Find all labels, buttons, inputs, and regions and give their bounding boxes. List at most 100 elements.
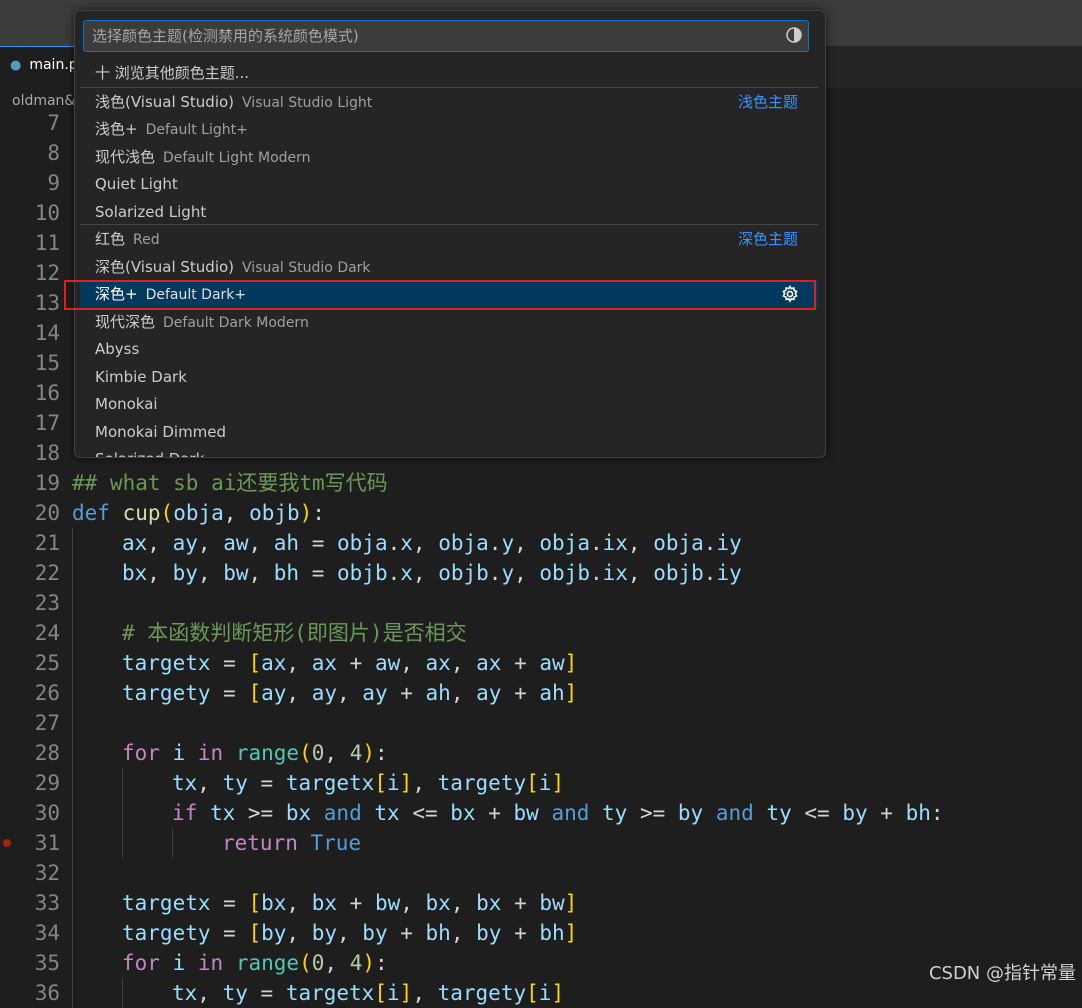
- code-text: ax, ay, aw, ah = obja.x, obja.y, obja.ix…: [122, 531, 742, 555]
- theme-item[interactable]: Abyss: [80, 335, 818, 363]
- line-number: 8: [47, 141, 60, 165]
- theme-item[interactable]: Kimbie Dark: [80, 363, 818, 391]
- tab-main-py[interactable]: ● main.py: [0, 46, 80, 88]
- code-line: 26 targety = [ay, ay, ay + ah, ay + ah]: [0, 678, 1082, 708]
- theme-item[interactable]: Monokai Dimmed: [80, 418, 818, 446]
- theme-item[interactable]: 现代浅色 Default Light Modern: [80, 143, 818, 171]
- theme-item[interactable]: 现代深色 Default Dark Modern: [80, 308, 818, 336]
- code-text: targety = [ay, ay, ay + ah, ay + ah]: [122, 681, 578, 705]
- theme-label: Monokai: [95, 395, 158, 413]
- code-line: 35 for i in range(0, 4):: [0, 948, 1082, 978]
- code-text: for i in range(0, 4):: [122, 951, 388, 975]
- line-number: 20: [34, 501, 60, 525]
- code-line: 31 return True: [0, 828, 1082, 858]
- code-line: 34 targety = [by, by, by + bh, by + bh]: [0, 918, 1082, 948]
- theme-label: Quiet Light: [95, 175, 178, 193]
- code-text: if tx >= bx and tx <= bx + bw and ty >= …: [172, 801, 944, 825]
- code-text: tx, ty = targetx[i], targety[i]: [172, 981, 565, 1005]
- theme-item[interactable]: Monokai: [80, 390, 818, 418]
- theme-item[interactable]: Quiet Light: [80, 170, 818, 198]
- theme-label: 现代深色: [95, 313, 156, 331]
- code-line: 30 if tx >= bx and tx <= bx + bw and ty >…: [0, 798, 1082, 828]
- line-number: 10: [34, 201, 60, 225]
- line-number: 16: [34, 381, 60, 405]
- line-number: 9: [47, 171, 60, 195]
- theme-label: 浅色(Visual Studio): [95, 93, 235, 111]
- line-number: 24: [34, 621, 60, 645]
- line-number: 13: [34, 291, 60, 315]
- line-number: 34: [34, 921, 60, 945]
- code-line: 23: [0, 588, 1082, 618]
- browse-label: 十 浏览其他颜色主题...: [95, 64, 250, 82]
- line-number: 12: [34, 261, 60, 285]
- code-text: tx, ty = targetx[i], targety[i]: [172, 771, 565, 795]
- theme-search-input[interactable]: [83, 20, 809, 52]
- code-line: 33 targetx = [bx, bx + bw, bx, bx + bw]: [0, 888, 1082, 918]
- theme-item[interactable]: Solarized Dark: [80, 445, 818, 457]
- theme-item[interactable]: Solarized Light: [80, 198, 818, 226]
- code-text: targety = [by, by, by + bh, by + bh]: [122, 921, 578, 945]
- theme-label: Solarized Dark: [95, 450, 204, 457]
- theme-item[interactable]: 浅色+ Default Light+: [80, 115, 818, 143]
- line-number: 25: [34, 651, 60, 675]
- code-line: 24 # 本函数判断矩形(即图片)是否相交: [0, 618, 1082, 648]
- line-number: 31: [34, 831, 60, 855]
- line-number: 32: [34, 861, 60, 885]
- light-themes-group-label: 浅色主题: [737, 93, 798, 111]
- theme-desc: Visual Studio Light: [242, 95, 373, 111]
- theme-label: 深色(Visual Studio): [95, 258, 235, 276]
- line-number: 18: [34, 441, 60, 465]
- theme-label: 现代浅色: [95, 148, 156, 166]
- line-number: 28: [34, 741, 60, 765]
- code-text: targetx = [ax, ax + aw, ax, ax + aw]: [122, 651, 578, 675]
- code-line: 19 ## what sb ai还要我tm写代码: [0, 468, 1082, 498]
- code-text: bx, by, bw, bh = objb.x, objb.y, objb.ix…: [122, 561, 742, 585]
- watermark: CSDN @指针常量: [928, 963, 1076, 984]
- theme-item[interactable]: 深色(Visual Studio) Visual Studio Dark: [80, 253, 818, 281]
- line-number: 30: [34, 801, 60, 825]
- line-number: 36: [34, 981, 60, 1005]
- line-number: 14: [34, 321, 60, 345]
- line-number: 29: [34, 771, 60, 795]
- code-comment: ## what sb ai还要我tm写代码: [72, 471, 388, 495]
- theme-item[interactable]: 红色 Red 深色主题: [80, 225, 818, 253]
- code-line: 36 tx, ty = targetx[i], targety[i]: [0, 978, 1082, 1008]
- gear-icon[interactable]: [780, 284, 800, 304]
- code-line: 32: [0, 858, 1082, 888]
- browse-more-themes[interactable]: 十 浏览其他颜色主题...: [80, 59, 818, 87]
- breadcrumb-text: oldman&: [12, 93, 76, 109]
- theme-item[interactable]: 浅色(Visual Studio) Visual Studio Light 浅色主…: [80, 88, 818, 116]
- line-number: 17: [34, 411, 60, 435]
- line-number: 15: [34, 351, 60, 375]
- color-theme-quick-pick: 十 浏览其他颜色主题... 浅色(Visual Studio) Visual St…: [74, 10, 826, 458]
- line-number: 26: [34, 681, 60, 705]
- theme-label: Kimbie Dark: [95, 368, 187, 386]
- theme-label: 深色+: [95, 285, 138, 303]
- theme-desc: Visual Studio Dark: [242, 260, 371, 276]
- contrast-icon[interactable]: [786, 27, 802, 43]
- line-number: 27: [34, 711, 60, 735]
- code-text: targetx = [bx, bx + bw, bx, bx + bw]: [122, 891, 578, 915]
- code-line: 22 bx, by, bw, bh = objb.x, objb.y, objb.…: [0, 558, 1082, 588]
- code-line: 29 tx, ty = targetx[i], targety[i]: [0, 768, 1082, 798]
- theme-label: Abyss: [95, 340, 140, 358]
- code-line: 21 ax, ay, aw, ah = obja.x, obja.y, obja.…: [0, 528, 1082, 558]
- theme-desc: Red: [133, 232, 160, 248]
- code-text: return True: [222, 831, 362, 855]
- line-number: 33: [34, 891, 60, 915]
- theme-label: 浅色+: [95, 120, 138, 138]
- theme-label: Monokai Dimmed: [95, 423, 227, 441]
- line-number: 21: [34, 531, 60, 555]
- theme-item-selected[interactable]: 深色+ Default Dark+: [80, 280, 818, 308]
- theme-label: 红色: [95, 230, 126, 248]
- line-number: 23: [34, 591, 60, 615]
- theme-label: Solarized Light: [95, 203, 207, 221]
- theme-desc: Default Dark Modern: [163, 315, 309, 331]
- line-number: 19: [34, 471, 60, 495]
- line-number: 35: [34, 951, 60, 975]
- theme-desc: Default Light Modern: [163, 150, 311, 166]
- tab-label: main.py: [29, 57, 80, 73]
- line-number: 22: [34, 561, 60, 585]
- theme-desc: Default Dark+: [145, 287, 247, 303]
- code-line: 20 def cup(obja, objb):: [0, 498, 1082, 528]
